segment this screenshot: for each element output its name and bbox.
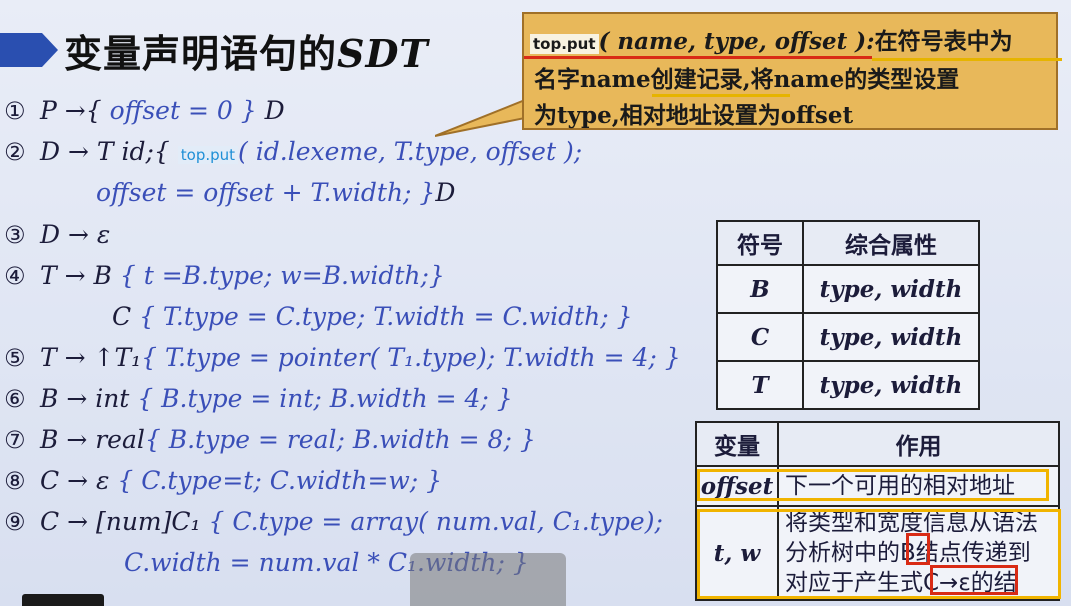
table-header: 符号 (716, 220, 804, 266)
table-row: Ttype, width (716, 360, 980, 410)
table-header: 变量 (695, 421, 779, 467)
slide-title: 变量声明语句的SDT (0, 20, 429, 80)
table-row: Ctype, width (716, 312, 980, 362)
rule-8: ⑧C → ε { C.type=t; C.width=w; } (4, 466, 443, 495)
callout-box: top.put( name, type, offset ):在符号表中为 名字n… (522, 12, 1062, 130)
rule-2-cont: offset = offset + T.width; }D (96, 178, 456, 207)
rule-9: ⑨C → [num]C₁ { C.type = array( num.val, … (4, 507, 663, 536)
yellow-underline (872, 58, 1062, 61)
table-row: Btype, width (716, 264, 980, 314)
video-control-overlay (410, 553, 566, 606)
rule-7: ⑦B → real{ B.type = real; B.width = 8; } (4, 425, 536, 454)
video-control-overlay (22, 594, 104, 606)
highlight-box-c-epsilon (930, 565, 1018, 595)
title-text: 变量声明语句的SDT (64, 30, 429, 76)
rule-2: ②D → T id;{ top.put( id.lexeme, T.type, … (4, 137, 583, 166)
red-underline (524, 56, 872, 59)
table-header: 综合属性 (802, 220, 980, 266)
title-arrow-icon (0, 29, 60, 71)
rule-3: ③D → ε (4, 220, 111, 249)
rule-4: ④T → B { t =B.type; w=B.width;} (4, 261, 445, 290)
callout-line-3: 为type,相对地址设置为offset (534, 102, 854, 129)
callout-line-1: top.put( name, type, offset ):在符号表中为 (530, 22, 1013, 56)
attribute-table: 符号 综合属性 Btype, width Ctype, width Ttype, … (716, 220, 980, 410)
yellow-underline (652, 94, 790, 97)
table-header: 作用 (777, 421, 1060, 467)
rule-5: ⑤T → ↑T₁{ T.type = pointer( T₁.type); T.… (4, 343, 681, 372)
callout-line-2: 名字name创建记录,将name的类型设置 (534, 66, 960, 93)
rule-6: ⑥B → int { B.type = int; B.width = 4; } (4, 384, 513, 413)
highlight-box-offset (697, 469, 1049, 501)
highlight-box-b (906, 533, 930, 565)
rule-4-cont: C { T.type = C.type; T.width = C.width; … (112, 302, 633, 331)
rule-1: ①P →{ offset = 0 } D (4, 96, 285, 125)
